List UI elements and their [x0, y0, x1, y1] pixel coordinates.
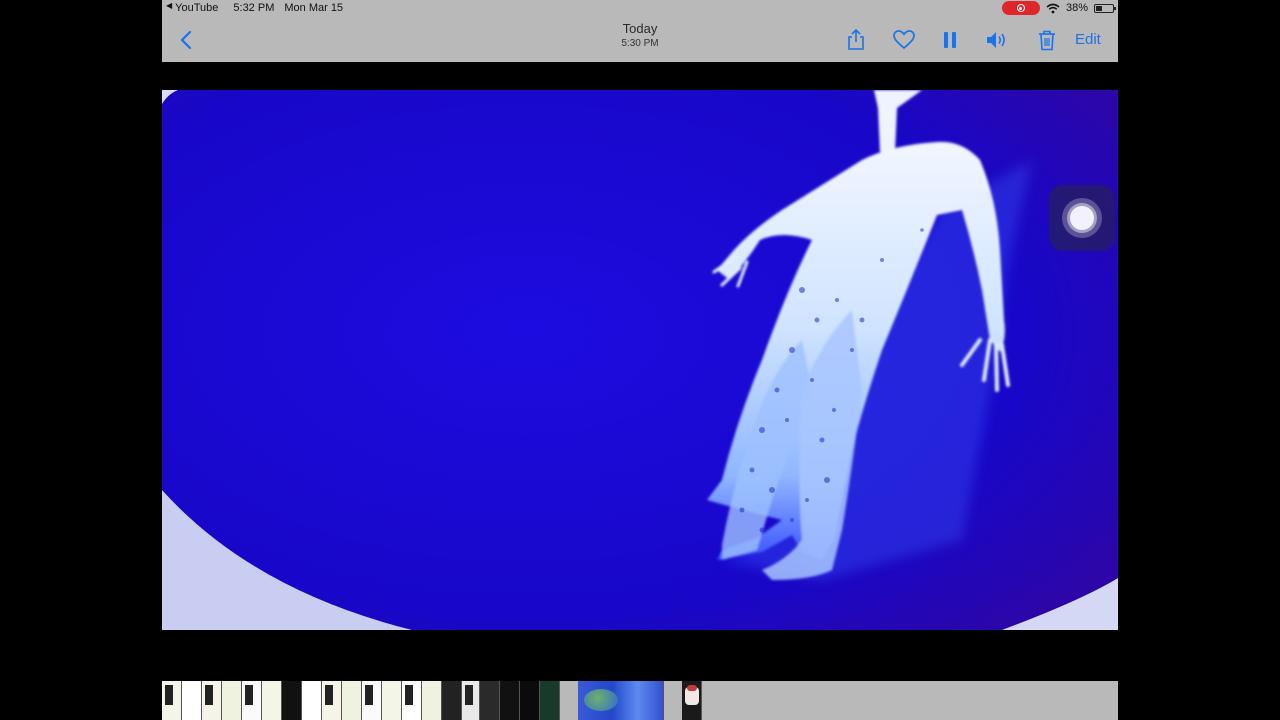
- thumbnail[interactable]: [282, 681, 302, 720]
- thumbnail[interactable]: [402, 681, 422, 720]
- thumbnail[interactable]: [578, 681, 664, 720]
- back-to-app-label[interactable]: YouTube: [175, 2, 218, 14]
- thumbnail[interactable]: [362, 681, 382, 720]
- thumbnail[interactable]: [462, 681, 480, 720]
- edit-button[interactable]: Edit: [1075, 31, 1101, 48]
- status-time: 5:32 PM: [233, 2, 275, 14]
- pause-icon: [944, 32, 956, 48]
- thumbnail[interactable]: [682, 681, 702, 720]
- heart-icon: [893, 30, 915, 50]
- battery-percent: 38%: [1065, 2, 1088, 14]
- share-button[interactable]: [843, 28, 869, 52]
- sound-button[interactable]: [984, 28, 1010, 52]
- status-date: Mon Mar 15: [284, 2, 344, 14]
- thumbnail[interactable]: [382, 681, 402, 720]
- speaker-icon: [987, 32, 1005, 48]
- wifi-icon: [1046, 3, 1060, 13]
- thumbnail[interactable]: [342, 681, 362, 720]
- thumbnail-strip[interactable]: [162, 681, 1118, 720]
- thumbnail[interactable]: [262, 681, 282, 720]
- thumbnail[interactable]: [540, 681, 560, 720]
- thumbnail[interactable]: [162, 681, 182, 720]
- assistive-touch-icon: [1062, 198, 1102, 238]
- thumbnail[interactable]: [202, 681, 222, 720]
- thumbnail: [560, 681, 578, 720]
- nav-subtitle: 5:30 PM: [621, 38, 659, 49]
- thumbnail[interactable]: [182, 681, 202, 720]
- thumbnail[interactable]: [222, 681, 242, 720]
- pause-button[interactable]: [937, 28, 963, 52]
- back-to-app-icon[interactable]: ◀: [166, 1, 172, 13]
- share-icon: [848, 29, 864, 50]
- assistive-touch-button[interactable]: [1049, 185, 1115, 251]
- thumbnail: [664, 681, 682, 720]
- thumbnail[interactable]: [520, 681, 540, 720]
- thumbnail[interactable]: [322, 681, 342, 720]
- battery-icon: [1094, 3, 1116, 13]
- status-bar-right: 38%: [1001, 1, 1116, 15]
- nav-bar: Today 5:30 PM Edit: [162, 18, 1118, 62]
- delete-button[interactable]: [1034, 28, 1060, 52]
- thumbnail[interactable]: [442, 681, 462, 720]
- video-frame: [162, 90, 1118, 630]
- screen-recording-indicator[interactable]: [1001, 1, 1040, 15]
- thumbnail[interactable]: [302, 681, 322, 720]
- nav-title-block: Today 5:30 PM: [162, 21, 1118, 51]
- status-bar: ◀ YouTube 5:32 PM Mon Mar 15 38%: [162, 0, 1118, 18]
- status-bar-left: ◀ YouTube 5:32 PM Mon Mar 15: [166, 1, 344, 14]
- thumbnail[interactable]: [500, 681, 520, 720]
- thumbnail[interactable]: [422, 681, 442, 720]
- photos-app: ◀ YouTube 5:32 PM Mon Mar 15 38% Today 5…: [162, 0, 1118, 720]
- thumbnail[interactable]: [480, 681, 500, 720]
- media-viewer[interactable]: [162, 90, 1118, 630]
- thumbnail[interactable]: [242, 681, 262, 720]
- nav-title: Today: [622, 21, 658, 36]
- trash-icon: [1039, 30, 1055, 51]
- favorite-button[interactable]: [891, 28, 917, 52]
- record-icon: [1016, 4, 1025, 12]
